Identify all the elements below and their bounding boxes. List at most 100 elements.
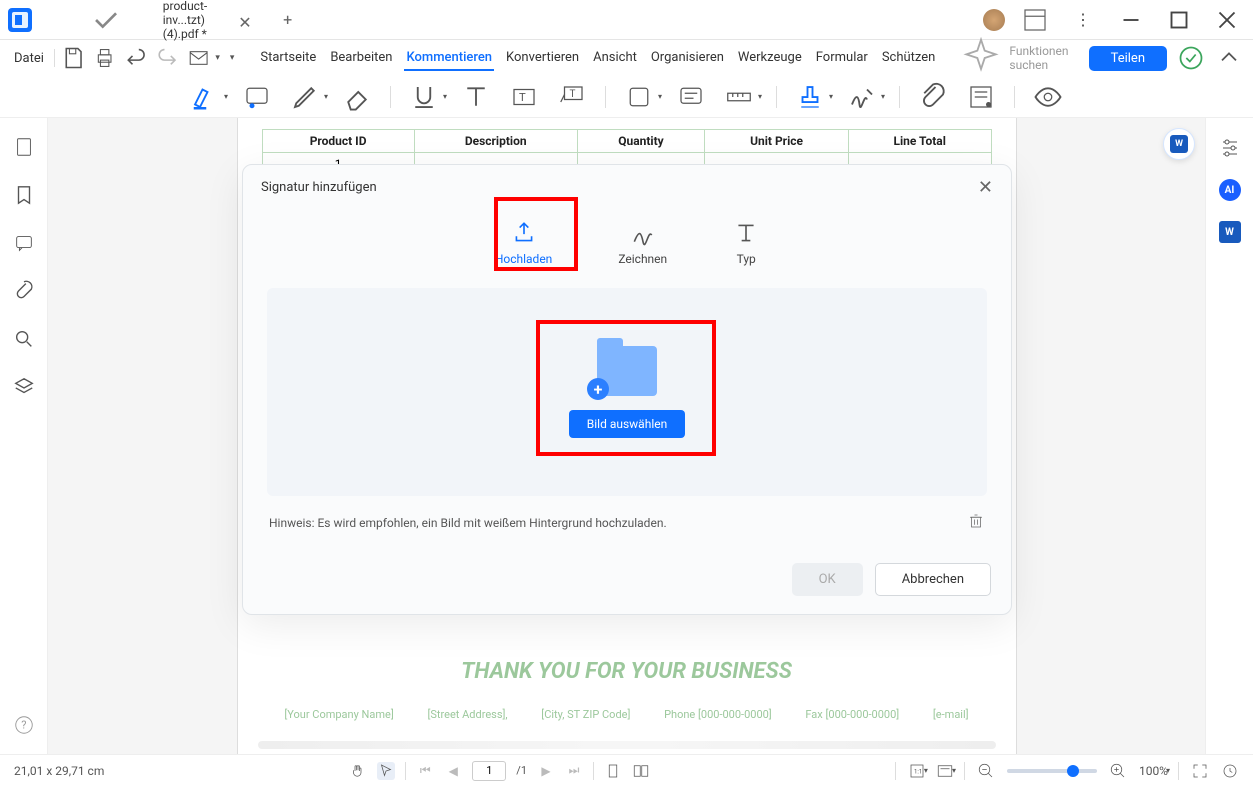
tab-startseite[interactable]: Startseite — [258, 46, 318, 71]
area-highlight-tool[interactable] — [242, 82, 272, 112]
document-tab[interactable]: product-inv...tzt) (4).pdf * ✕ — [44, 4, 264, 36]
save-icon[interactable] — [61, 44, 86, 72]
help-icon[interactable]: ? — [13, 714, 35, 736]
app-logo[interactable] — [8, 8, 32, 32]
prev-page-icon[interactable]: ◀ — [444, 762, 462, 780]
pencil-tool[interactable] — [290, 82, 320, 112]
word-export-icon[interactable]: W — [1218, 220, 1242, 244]
zoom-value[interactable]: 100% — [1139, 764, 1168, 778]
mail-dropdown-icon[interactable]: ▾ — [215, 53, 220, 63]
attachment-tool[interactable] — [918, 82, 948, 112]
tab-bearbeiten[interactable]: Bearbeiten — [328, 46, 394, 71]
user-avatar[interactable] — [983, 9, 1005, 31]
svg-text:1:1: 1:1 — [914, 768, 922, 775]
pencil-dropdown[interactable]: ▾ — [324, 92, 328, 101]
plus-icon: + — [587, 378, 609, 400]
type-tab[interactable]: Typ — [725, 216, 767, 274]
comments-list-tool[interactable] — [966, 82, 996, 112]
hand-tool-icon[interactable] — [349, 762, 367, 780]
comment-toolbar: ▾ ▾ ▾ T T ▾ ▾ ▾ ▾ — [0, 76, 1253, 118]
titlebar: product-inv...tzt) (4).pdf * ✕ + ⋮ — [0, 0, 1253, 40]
comments-panel-icon[interactable] — [13, 232, 35, 254]
next-page-icon[interactable]: ▶ — [537, 762, 555, 780]
signature-dropdown[interactable]: ▾ — [881, 92, 885, 101]
more-icon[interactable]: ⋮ — [1065, 5, 1101, 35]
zoom-slider[interactable] — [1007, 769, 1097, 773]
app-menu-icon[interactable] — [1017, 5, 1053, 35]
svg-text:?: ? — [21, 719, 26, 732]
select-image-button[interactable]: Bild auswählen — [569, 410, 685, 438]
layers-icon[interactable] — [13, 376, 35, 398]
th-product-id: Product ID — [262, 130, 414, 153]
tab-formular[interactable]: Formular — [814, 46, 870, 71]
last-page-icon[interactable]: ⏭ — [565, 762, 583, 780]
underline-tool[interactable] — [409, 82, 439, 112]
underline-dropdown[interactable]: ▾ — [443, 92, 447, 101]
stamp-tool[interactable] — [795, 82, 825, 112]
close-button[interactable] — [1209, 5, 1245, 35]
select-tool-icon[interactable] — [377, 762, 395, 780]
measure-tool[interactable] — [724, 82, 754, 112]
print-icon[interactable] — [92, 44, 117, 72]
search-panel-icon[interactable] — [13, 328, 35, 350]
history-icon[interactable] — [1221, 762, 1239, 780]
th-unit-price: Unit Price — [705, 130, 849, 153]
folder-icon: + — [597, 346, 657, 396]
collapse-ribbon-icon[interactable] — [1215, 44, 1243, 72]
qa-dropdown-icon[interactable]: ▾ — [230, 53, 235, 63]
statusbar: 21,01 x 29,71 cm ⏮ ◀ /1 ▶ ⏭ 1:1▾ ▾ 100%▾ — [0, 754, 1253, 786]
tab-werkzeuge[interactable]: Werkzeuge — [736, 46, 804, 71]
measure-dropdown[interactable]: ▾ — [758, 92, 762, 101]
share-button[interactable]: Teilen — [1089, 46, 1167, 71]
properties-icon[interactable] — [1218, 136, 1242, 160]
sync-icon[interactable] — [1177, 44, 1205, 72]
redo-icon[interactable] — [155, 44, 180, 72]
floating-word-button[interactable]: W — [1163, 128, 1195, 160]
file-menu[interactable]: Datei — [10, 47, 48, 70]
highlight-dropdown[interactable]: ▾ — [224, 92, 228, 101]
tab-konvertieren[interactable]: Konvertieren — [504, 46, 581, 71]
mail-icon[interactable] — [186, 44, 211, 72]
upload-dropzone[interactable]: + Bild auswählen — [267, 288, 987, 496]
page-input[interactable] — [472, 761, 506, 781]
eraser-tool[interactable] — [342, 82, 372, 112]
tab-schuetzen[interactable]: Schützen — [880, 46, 938, 71]
stamp-dropdown[interactable]: ▾ — [829, 92, 833, 101]
draw-tab[interactable]: Zeichnen — [610, 216, 675, 274]
tab-ansicht[interactable]: Ansicht — [591, 46, 639, 71]
tab-kommentieren[interactable]: Kommentieren — [404, 46, 494, 71]
note-tool[interactable] — [676, 82, 706, 112]
zoom-out-icon[interactable] — [977, 762, 995, 780]
signature-tool[interactable] — [847, 82, 877, 112]
single-page-icon[interactable] — [604, 762, 622, 780]
cancel-button[interactable]: Abbrechen — [875, 563, 991, 596]
zoom-in-icon[interactable] — [1109, 762, 1127, 780]
maximize-button[interactable] — [1161, 5, 1197, 35]
minimize-button[interactable] — [1113, 5, 1149, 35]
type-icon — [733, 220, 759, 246]
draw-icon — [630, 220, 656, 246]
highlight-tool[interactable] — [190, 82, 220, 112]
thumbnails-icon[interactable] — [13, 136, 35, 158]
textbox-tool[interactable]: T — [509, 82, 539, 112]
callout-tool[interactable]: T — [557, 82, 587, 112]
right-sidebar: AI W — [1205, 118, 1253, 754]
trash-icon[interactable] — [967, 512, 985, 533]
tab-close-icon[interactable]: ✕ — [238, 13, 251, 27]
new-tab-button[interactable]: + — [274, 6, 302, 34]
ai-badge[interactable]: AI — [1218, 178, 1242, 202]
two-page-icon[interactable] — [632, 762, 650, 780]
tab-organisieren[interactable]: Organisieren — [649, 46, 726, 71]
bookmarks-icon[interactable] — [13, 184, 35, 206]
first-page-icon[interactable]: ⏮ — [416, 762, 434, 780]
dialog-close-icon[interactable]: ✕ — [978, 177, 993, 198]
upload-tab[interactable]: Hochladen — [487, 216, 561, 274]
fullscreen-icon[interactable] — [1191, 762, 1209, 780]
shape-dropdown[interactable]: ▾ — [658, 92, 662, 101]
undo-icon[interactable] — [123, 44, 148, 72]
text-tool[interactable] — [461, 82, 491, 112]
hide-comments-tool[interactable] — [1033, 82, 1063, 112]
attachments-panel-icon[interactable] — [13, 280, 35, 302]
function-search[interactable]: Funktionen suchen — [959, 36, 1068, 80]
shape-tool[interactable] — [624, 82, 654, 112]
